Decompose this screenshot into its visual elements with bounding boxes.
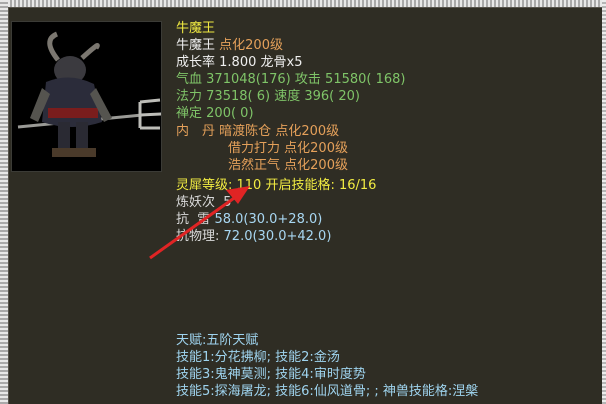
red-annotation-arrow-icon xyxy=(149,186,250,260)
screenshot-frame: 牛魔王 牛魔王 点化200级 成长率 1.800 龙骨x5 气血 371048(… xyxy=(0,0,606,404)
